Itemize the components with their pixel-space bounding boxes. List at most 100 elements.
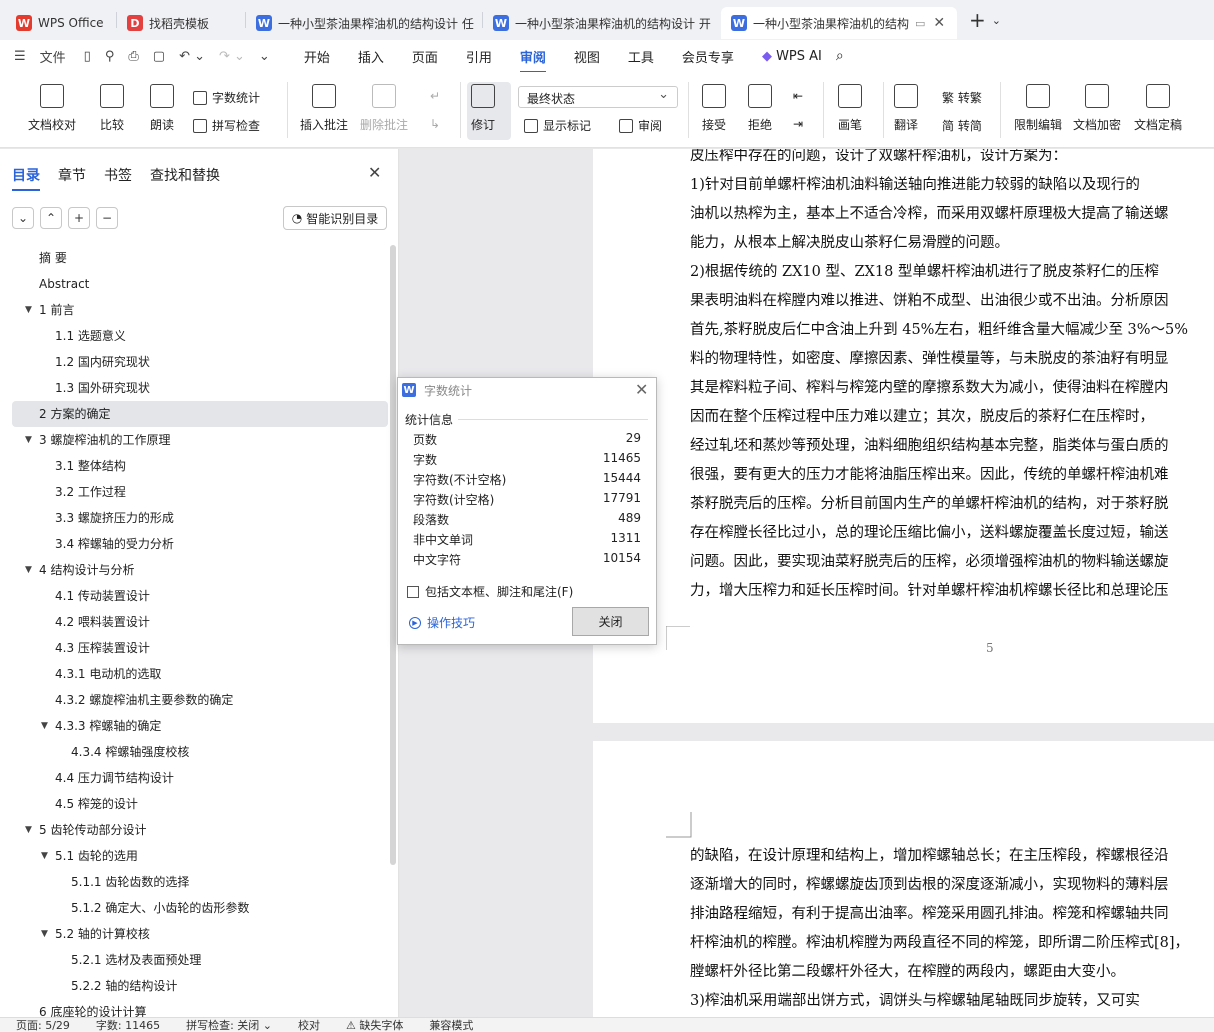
remove-heading-button[interactable]: − [96, 207, 118, 229]
tab-doc-1[interactable]: W 一种小型茶油果榨油机的结构设计 任 [246, 7, 482, 39]
expand-arrow-icon[interactable]: ▼ [25, 297, 32, 323]
doc-text-line[interactable]: 杆榨油机的榨膛。榨油机榨膛为两段直径不同的榨笼，即所谓二阶压榨式[8]， [690, 931, 1189, 952]
doc-text-line[interactable]: 料的物理特性，如密度、摩擦因素、弹性模量等，与未脱皮的茶油籽有明显 [690, 347, 1169, 368]
add-heading-button[interactable]: + [68, 207, 90, 229]
menu-reference[interactable]: 引用 [466, 47, 492, 66]
tab-chapter[interactable]: 章节 [58, 165, 86, 185]
more-chevron-icon[interactable]: ⌄ [259, 49, 270, 64]
print-icon[interactable]: ⎙ [128, 49, 138, 64]
toc-item[interactable]: 5.1.1 齿轮齿数的选择 [0, 869, 388, 895]
tab-docer[interactable]: D 找稻壳模板 [117, 7, 245, 39]
menu-file[interactable]: 文件 [40, 47, 66, 66]
menu-member[interactable]: 会员专享 [682, 47, 734, 66]
doc-text-line[interactable]: 3)榨油机采用端部出饼方式，调饼头与榨螺轴尾轴既同步旋转，又可实 [690, 989, 1140, 1010]
doc-text-line[interactable]: 茶籽脱壳后的压榨。分析目前国内生产的单螺杆榨油机的结构，对于茶籽脱 [690, 492, 1169, 513]
prev-comment-button[interactable]: ↵ [430, 89, 440, 103]
toc-item[interactable]: 4.3 压榨装置设计 [0, 635, 388, 661]
review-pane-button[interactable]: 审阅 [619, 117, 662, 134]
doc-text-line[interactable]: 皮压榨中存在的问题，设计了双螺杆榨油机，设计方案为： [690, 149, 1067, 165]
toc-item[interactable]: 3.4 榨螺轴的受力分析 [0, 531, 388, 557]
toc-item[interactable]: 4.4 压力调节结构设计 [0, 765, 388, 791]
status-proof[interactable]: 校对 [298, 1017, 320, 1032]
encrypt-button[interactable]: 文档加密 [1073, 84, 1121, 133]
doc-text-line[interactable]: 其是榨料粒子间、榨料与榨笼内壁的摩擦系数大为减小，使得油料在榨膛内 [690, 376, 1169, 397]
toc-item[interactable]: 4.1 传动装置设计 [0, 583, 388, 609]
toc-item[interactable]: 1.1 选题意义 [0, 323, 388, 349]
checkbox-box[interactable] [407, 585, 419, 598]
close-icon[interactable]: ✕ [635, 380, 648, 399]
toc-item[interactable]: ▼ 5.1 齿轮的选用 [0, 843, 388, 869]
tab-doc-3-active[interactable]: W 一种小型茶油果榨油机的结构 ▭ ✕ [721, 7, 957, 39]
toc-item[interactable]: 3.1 整体结构 [0, 453, 388, 479]
next-change-button[interactable]: ⇥ [793, 117, 803, 131]
doc-text-line[interactable]: 经过轧坯和蒸炒等预处理，油料细胞组织结构基本完整，脂类体与蛋白质的 [690, 434, 1169, 455]
doc-text-line[interactable]: 首先,茶籽脱皮后仁中含油上升到 45%左右，粗纤维含量大幅减少至 3%～5% [690, 318, 1188, 339]
status-words[interactable]: 字数: 11465 [96, 1017, 160, 1032]
translate-button[interactable]: 翻译 [894, 84, 918, 133]
prev-change-button[interactable]: ⇤ [793, 89, 803, 103]
share-icon[interactable]: ⚲ [105, 49, 115, 64]
status-spell[interactable]: 拼写检查: 关闭 ⌄ [186, 1017, 272, 1032]
chevron-down-icon[interactable]: ⌄ [992, 14, 1001, 27]
toc-item[interactable]: 3.3 螺旋挤压力的形成 [0, 505, 388, 531]
doc-text-line[interactable]: 果表明油料在榨膛内难以推进、饼粕不成型、出油很少或不出油。分析原因 [690, 289, 1169, 310]
toc-item[interactable]: ▼ 5.2 轴的计算校核 [0, 921, 388, 947]
search-icon[interactable]: ⌕ [836, 48, 844, 64]
doc-text-line[interactable]: 力，增大压榨力和延长压榨时间。针对单螺杆榨油机榨螺长径比和总理论压 [690, 579, 1169, 600]
read-aloud-button[interactable]: 朗读 [150, 84, 174, 133]
toc-item[interactable]: 6 底座轮的设计计算 [0, 999, 388, 1017]
undo-icon[interactable]: ↶ ⌄ [179, 49, 205, 64]
expand-arrow-icon[interactable]: ▼ [41, 921, 48, 947]
delete-comment-button[interactable]: 删除批注 [360, 84, 408, 133]
toc-item[interactable]: 1.3 国外研究现状 [0, 375, 388, 401]
toc-item[interactable]: ▼ 5 齿轮传动部分设计 [0, 817, 388, 843]
expand-arrow-icon[interactable]: ▼ [25, 817, 32, 843]
toc-item[interactable]: 5.2.2 轴的结构设计 [0, 973, 388, 999]
finalize-button[interactable]: 文档定稿 [1134, 84, 1182, 133]
toc-item[interactable]: 5.1.2 确定大、小齿轮的齿形参数 [0, 895, 388, 921]
tab-bookmark[interactable]: 书签 [104, 165, 132, 185]
expand-up-button[interactable]: ⌃ [40, 207, 62, 229]
smart-toc-button[interactable]: ◔ 智能识别目录 [283, 206, 387, 230]
save-icon[interactable]: ▯ [84, 49, 91, 64]
track-changes-button[interactable]: 修订 [471, 84, 495, 133]
toc-item[interactable]: 4.5 榨笼的设计 [0, 791, 388, 817]
toc-item[interactable]: ▼ 4 结构设计与分析 [0, 557, 388, 583]
doc-text-line[interactable]: 能力，从根本上解决脱皮山茶籽仁易滑膛的问题。 [690, 231, 1009, 252]
menu-view[interactable]: 视图 [574, 47, 600, 66]
tips-link[interactable]: ▶ 操作技巧 [409, 614, 475, 631]
tab-wps-office[interactable]: W WPS Office [6, 7, 116, 39]
menu-wps-ai[interactable]: ◆ WPS AI [762, 49, 822, 64]
close-button[interactable]: 关闭 [572, 607, 649, 636]
doc-text-line[interactable]: 因而在整个压榨过程中压力难以建立；其次，脱皮后的茶籽仁在压榨时， [690, 405, 1154, 426]
doc-text-line[interactable]: 膛螺杆外径比第二段螺杆外径大，在榨膛的两段内，螺距由大变小。 [690, 960, 1125, 981]
menu-start[interactable]: 开始 [304, 47, 330, 66]
toc-item[interactable]: 1.2 国内研究现状 [0, 349, 388, 375]
close-icon[interactable]: ✕ [933, 15, 945, 31]
toc-item[interactable]: ▼ 4.3.3 榨螺轴的确定 [0, 713, 388, 739]
reject-button[interactable]: 拒绝 [748, 84, 772, 133]
compare-button[interactable]: 比较 [100, 84, 124, 133]
expand-arrow-icon[interactable]: ▼ [41, 713, 48, 739]
pen-button[interactable]: 画笔 [838, 84, 862, 133]
collapse-down-button[interactable]: ⌄ [12, 207, 34, 229]
toc-item[interactable]: 3.2 工作过程 [0, 479, 388, 505]
panel-close-icon[interactable]: ✕ [368, 163, 381, 182]
doc-text-line[interactable]: 逐渐增大的同时，榨螺螺旋齿顶到齿根的深度逐渐减小，实现物料的薄料层 [690, 873, 1169, 894]
menu-insert[interactable]: 插入 [358, 47, 384, 66]
tab-float-icon[interactable]: ▭ [915, 17, 925, 30]
toc-item[interactable]: ▼ 3 螺旋榨油机的工作原理 [0, 427, 388, 453]
doc-text-line[interactable]: 油机以热榨为主，基本上不适合冷榨，而采用双螺杆原理极大提高了输送螺 [690, 202, 1169, 223]
doc-text-line[interactable]: 2)根据传统的 ZX10 型、ZX18 型单螺杆榨油机进行了脱皮茶籽仁的压榨 [690, 260, 1159, 281]
menu-review[interactable]: 审阅 [519, 47, 546, 73]
doc-text-line[interactable]: 问题。因此，要实现油菜籽脱壳后的压榨，必须增强榨油机的物料输送螺旋 [690, 550, 1169, 571]
include-textbox-checkbox[interactable]: 包括文本框、脚注和尾注(F) [407, 583, 573, 600]
expand-arrow-icon[interactable]: ▼ [25, 427, 32, 453]
doc-text-line[interactable]: 的缺陷，在设计原理和结构上，增加榨螺轴总长；在主压榨段，榨螺根径沿 [690, 844, 1169, 865]
accept-button[interactable]: 接受 [702, 84, 726, 133]
restrict-edit-button[interactable]: 限制编辑 [1014, 84, 1062, 133]
doc-proof-button[interactable]: 文档校对 [28, 84, 76, 133]
tab-toc[interactable]: 目录 [12, 165, 40, 191]
expand-arrow-icon[interactable]: ▼ [25, 557, 32, 583]
dialog-title-bar[interactable]: W 字数统计 [398, 378, 656, 402]
